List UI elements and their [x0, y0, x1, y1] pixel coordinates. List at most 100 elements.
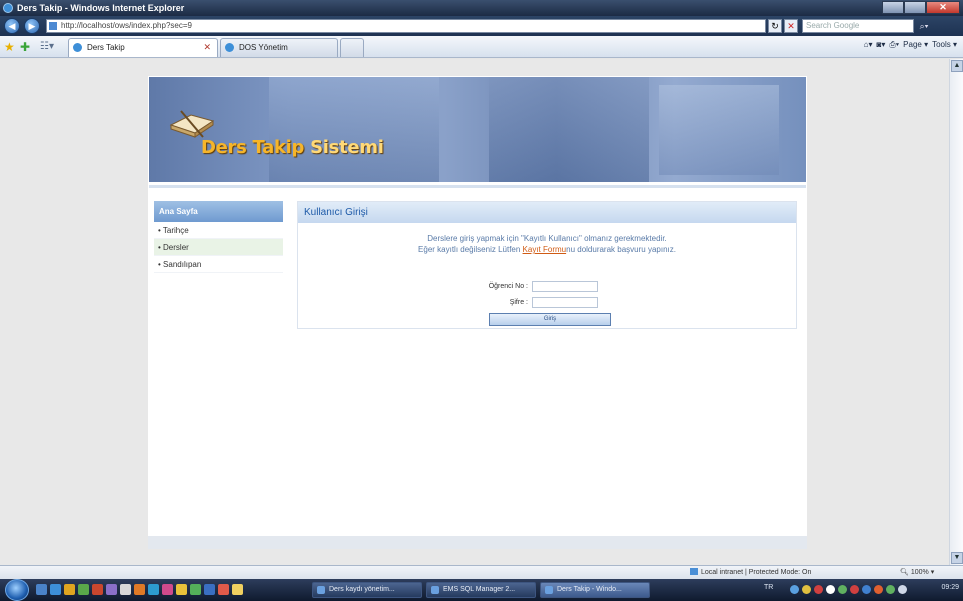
- network-icon[interactable]: [790, 585, 799, 594]
- password-input[interactable]: [532, 297, 598, 308]
- minimize-button[interactable]: [882, 1, 904, 14]
- quick-launch: [36, 584, 243, 595]
- show-desktop-icon[interactable]: [36, 584, 47, 595]
- address-toolbar: ◀ ▶ http://localhost/ows/index.php?sec=9…: [0, 16, 963, 36]
- window-title: Ders Takip - Windows Internet Explorer: [17, 3, 185, 13]
- web-page: Ders Takip Sistemi Ana Sayfa • Tarihçe •…: [148, 76, 807, 549]
- app-launch-icon[interactable]: [134, 584, 145, 595]
- scroll-down-icon[interactable]: ▼: [951, 552, 963, 564]
- command-bar: ★ ✚ ☷▾ Ders Takip ✕ DOS Yönetim ⌂▾ ◙▾ ⎙▾…: [0, 36, 963, 58]
- app-launch-icon[interactable]: [190, 584, 201, 595]
- taskbar-item[interactable]: Ders kaydı yönetim...: [312, 582, 422, 598]
- home-icon[interactable]: ⌂▾: [864, 40, 873, 50]
- zoom-level[interactable]: 🔍︎ 100% ▾: [900, 568, 934, 576]
- close-button[interactable]: ✕: [926, 1, 960, 14]
- taskbar-item[interactable]: EMS SQL Manager 2...: [426, 582, 536, 598]
- taskbar: Ders kaydı yönetim... EMS SQL Manager 2.…: [0, 579, 963, 601]
- sidebar-item-label: Dersler: [163, 243, 189, 252]
- system-tray: TR 09:29: [760, 582, 963, 598]
- tray-app-icon[interactable]: [802, 585, 811, 594]
- app-launch-icon[interactable]: [176, 584, 187, 595]
- app-launch-icon[interactable]: [148, 584, 159, 595]
- search-icon[interactable]: ⌕▾: [916, 19, 932, 33]
- vertical-scrollbar[interactable]: ▲ ▼: [949, 59, 963, 565]
- new-tab-button[interactable]: [340, 38, 364, 57]
- search-input[interactable]: Search Google: [802, 19, 914, 33]
- tab-dos-yonetim[interactable]: DOS Yönetim: [220, 38, 338, 57]
- login-panel-title: Kullanıcı Girişi: [298, 202, 796, 223]
- banner-photo: [659, 85, 779, 175]
- scroll-up-icon[interactable]: ▲: [951, 60, 963, 72]
- banner-divider: [149, 185, 806, 188]
- browser-viewport: Ders Takip Sistemi Ana Sayfa • Tarihçe •…: [0, 59, 949, 565]
- login-button[interactable]: Giriş: [489, 313, 611, 326]
- tray-app-icon[interactable]: [826, 585, 835, 594]
- tray-app-icon[interactable]: [886, 585, 895, 594]
- app-launch-icon[interactable]: [120, 584, 131, 595]
- tools-menu[interactable]: Tools ▾: [932, 40, 957, 50]
- app-launch-icon[interactable]: [106, 584, 117, 595]
- student-number-label: Öğrenci No :: [488, 283, 528, 290]
- clock[interactable]: 09:29: [941, 584, 959, 591]
- tray-app-icon[interactable]: [862, 585, 871, 594]
- password-label: Şifre :: [509, 299, 528, 306]
- login-message-text: Eğer kayıtlı değilseniz Lütfen: [418, 245, 523, 254]
- login-message-text: nu doldurarak başvuru yapınız.: [566, 245, 676, 254]
- ie-tab-icon: [225, 43, 234, 52]
- forward-button[interactable]: ▶: [24, 18, 40, 34]
- site-title-part2: Sistemi: [310, 137, 384, 158]
- sidebar-item-sandilipan[interactable]: • Sandılıpan: [154, 256, 283, 273]
- sidebar-item-dersler[interactable]: • Dersler: [154, 239, 283, 256]
- start-button[interactable]: [5, 579, 29, 601]
- volume-icon[interactable]: [898, 585, 907, 594]
- tray-icons: [790, 585, 907, 594]
- tab-ders-takip[interactable]: Ders Takip ✕: [68, 38, 218, 57]
- app-launch-icon[interactable]: [162, 584, 173, 595]
- registration-form-link[interactable]: Kayıt Formu: [523, 245, 567, 254]
- sidebar-menu: Ana Sayfa • Tarihçe • Dersler • Sandılıp…: [154, 201, 283, 273]
- command-tools: ⌂▾ ◙▾ ⎙▾ Page ▾ Tools ▾: [864, 40, 957, 50]
- sidebar-header[interactable]: Ana Sayfa: [154, 201, 283, 222]
- tray-app-icon[interactable]: [838, 585, 847, 594]
- folder-launch-icon[interactable]: [64, 584, 75, 595]
- login-message: Derslere giriş yapmak için "Kayıtlı Kull…: [298, 233, 796, 255]
- sidebar-item-tarihce[interactable]: • Tarihçe: [154, 222, 283, 239]
- student-number-input[interactable]: [532, 281, 598, 292]
- site-banner: Ders Takip Sistemi: [149, 77, 806, 182]
- ie-launch-icon[interactable]: [50, 584, 61, 595]
- ie-app-icon: [3, 3, 13, 13]
- student-number-row: Öğrenci No :: [474, 281, 598, 292]
- stop-icon[interactable]: ✕: [784, 19, 798, 33]
- tray-app-icon[interactable]: [874, 585, 883, 594]
- address-input[interactable]: http://localhost/ows/index.php?sec=9: [46, 19, 766, 33]
- app-launch-icon[interactable]: [78, 584, 89, 595]
- tab-label: DOS Yönetim: [239, 43, 288, 52]
- site-title-part1: Ders Takip: [201, 137, 305, 158]
- banner-photo: [269, 77, 439, 182]
- maximize-button[interactable]: [904, 1, 926, 14]
- app-launch-icon[interactable]: [204, 584, 215, 595]
- back-button[interactable]: ◀: [4, 18, 20, 34]
- ie-tab-icon: [73, 43, 82, 52]
- zoom-value: 100%: [910, 569, 929, 576]
- page-menu[interactable]: Page ▾: [903, 40, 928, 50]
- print-icon[interactable]: ⎙▾: [889, 40, 899, 50]
- app-launch-icon[interactable]: [218, 584, 229, 595]
- tab-close-icon[interactable]: ✕: [203, 39, 211, 56]
- app-launch-icon[interactable]: [232, 584, 243, 595]
- page-footer: [148, 536, 807, 549]
- favorites-star-icon[interactable]: ★: [4, 40, 15, 54]
- tray-app-icon[interactable]: [850, 585, 859, 594]
- security-zone[interactable]: Local intranet | Protected Mode: On: [690, 568, 811, 576]
- quick-tabs-icon[interactable]: ☷▾: [40, 41, 54, 52]
- feeds-icon[interactable]: ◙▾: [877, 40, 886, 50]
- refresh-icon[interactable]: ↻: [768, 19, 782, 33]
- add-favorite-icon[interactable]: ✚: [20, 40, 30, 54]
- taskbar-item-active[interactable]: Ders Takip - Windo...: [540, 582, 650, 598]
- language-indicator[interactable]: TR: [764, 584, 773, 591]
- tray-app-icon[interactable]: [814, 585, 823, 594]
- banner-photo: [489, 77, 649, 182]
- app-launch-icon[interactable]: [92, 584, 103, 595]
- window-titlebar: Ders Takip - Windows Internet Explorer ✕: [0, 0, 963, 16]
- site-title: Ders Takip Sistemi: [201, 137, 384, 158]
